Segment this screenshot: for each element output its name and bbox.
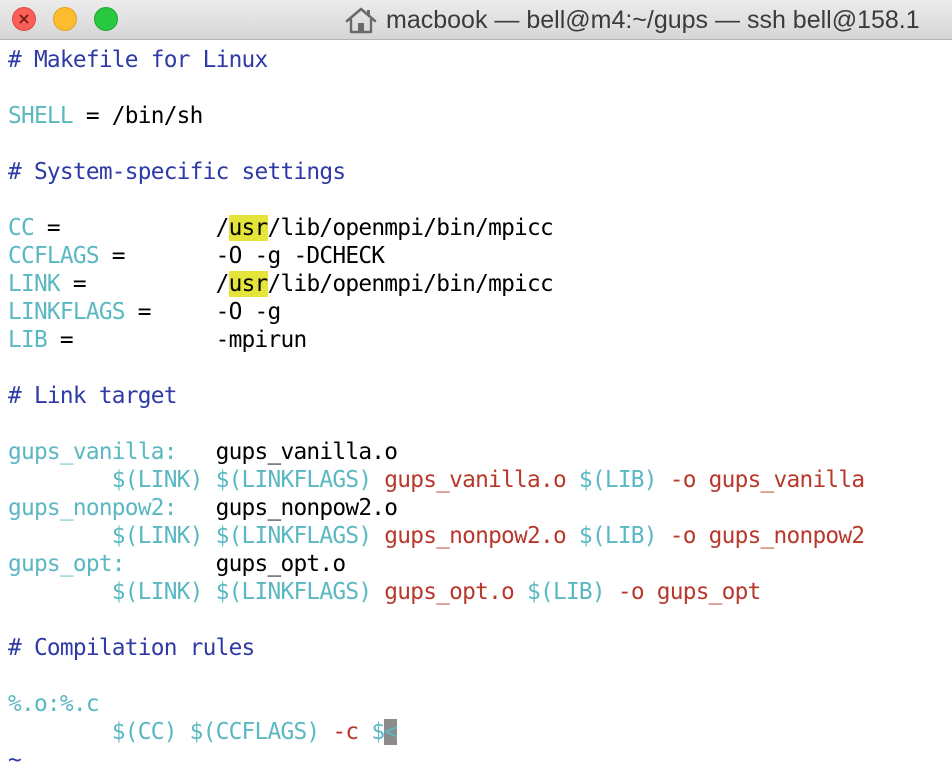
recipe-variables: $(LINK) $(LINKFLAGS): [8, 579, 385, 605]
variable-name: CCFLAGS: [8, 243, 100, 269]
editor-line-6: [0, 186, 952, 214]
recipe-object: gups_nonpow2.o: [384, 523, 579, 549]
search-highlight: usr: [228, 215, 268, 241]
window-title: macbook — bell@m4:~/gups — ssh bell@158.…: [386, 6, 920, 34]
house-icon: [345, 7, 377, 34]
editor-line-25: $(CC) $(CCFLAGS) -c $<: [0, 718, 952, 746]
editor-line-13: # Link target: [8, 383, 177, 409]
recipe-variables: $(LINK) $(LINKFLAGS): [8, 467, 385, 493]
make-dependencies: gups_nonpow2.o: [176, 495, 398, 521]
editor-line-3: SHELL = /bin/sh: [0, 102, 952, 130]
automatic-variable: $: [371, 719, 385, 745]
search-highlight: usr: [228, 271, 268, 297]
variable-value: = /: [33, 215, 229, 241]
recipe-lib: $(LIB): [578, 467, 670, 493]
recipe-object: gups_vanilla.o: [384, 467, 579, 493]
editor-line-8: CCFLAGS = -O -g -DCHECK: [0, 242, 952, 270]
editor-line-12: [0, 354, 952, 382]
variable-value: = -mpirun: [46, 327, 307, 353]
editor-line-18: $(LINK) $(LINKFLAGS) gups_nonpow2.o $(LI…: [0, 522, 952, 550]
close-button[interactable]: ×: [12, 7, 36, 31]
recipe-lib: $(LIB): [527, 579, 618, 605]
make-target: gups_nonpow2:: [8, 495, 177, 521]
variable-name: CC: [8, 215, 35, 241]
variable-name: SHELL: [8, 103, 74, 129]
editor-line-24: %.o:%.c: [0, 690, 952, 718]
editor-line-9: LINK = /usr/lib/openmpi/bin/mpicc: [0, 270, 952, 298]
recipe-object: gups_opt.o: [384, 579, 528, 605]
editor-line-20: $(LINK) $(LINKFLAGS) gups_opt.o $(LIB) -…: [0, 578, 952, 606]
editor-line-21: [0, 606, 952, 634]
terminal-content[interactable]: # Makefile for Linux SHELL = /bin/sh # S…: [0, 46, 952, 762]
editor-line-4: [0, 130, 952, 158]
recipe-flag: -c: [332, 719, 372, 745]
editor-line-1: # Makefile for Linux: [8, 47, 268, 73]
editor-line-15: gups_vanilla: gups_vanilla.o: [0, 438, 952, 466]
variable-value: = /: [59, 271, 229, 297]
variable-value: = -O -g -DCHECK: [98, 243, 385, 269]
text-cursor[interactable]: <: [384, 719, 398, 745]
variable-name: LINKFLAGS: [8, 299, 126, 325]
editor-empty-line-marker: ~: [8, 747, 22, 762]
editor-line-5: # System-specific settings: [8, 159, 346, 185]
pattern-rule: %.o:%.c: [8, 691, 100, 717]
recipe-lib: $(LIB): [578, 523, 670, 549]
editor-line-7: CC = /usr/lib/openmpi/bin/mpicc: [0, 214, 952, 242]
maximize-button[interactable]: [94, 7, 118, 31]
minimize-button[interactable]: [53, 7, 77, 31]
recipe-output: -o gups_vanilla: [669, 467, 865, 493]
recipe-variables: $(CC) $(CCFLAGS): [8, 719, 333, 745]
variable-name: LIB: [8, 327, 48, 353]
make-dependencies: gups_vanilla.o: [176, 439, 398, 465]
recipe-output: -o gups_nonpow2: [669, 523, 865, 549]
recipe-output: -o gups_opt: [617, 579, 761, 605]
editor-line-17: gups_nonpow2: gups_nonpow2.o: [0, 494, 952, 522]
editor-line-23: [0, 662, 952, 690]
editor-line-14: [0, 410, 952, 438]
editor-line-2: [0, 74, 952, 102]
title-bar[interactable]: × macbook — bell@m4:~/gups — ssh bell@15…: [0, 0, 952, 40]
make-target: gups_vanilla:: [8, 439, 177, 465]
variable-value-tail: /lib/openmpi/bin/mpicc: [267, 271, 554, 297]
editor-line-16: $(LINK) $(LINKFLAGS) gups_vanilla.o $(LI…: [0, 466, 952, 494]
editor-line-10: LINKFLAGS = -O -g: [0, 298, 952, 326]
close-icon: ×: [17, 9, 31, 28]
recipe-variables: $(LINK) $(LINKFLAGS): [8, 523, 385, 549]
editor-line-11: LIB = -mpirun: [0, 326, 952, 354]
variable-value: = -O -g: [124, 299, 281, 325]
editor-line-22: # Compilation rules: [8, 635, 255, 661]
variable-name: LINK: [8, 271, 61, 297]
variable-value-tail: /lib/openmpi/bin/mpicc: [267, 215, 554, 241]
terminal-window: × macbook — bell@m4:~/gups — ssh bell@15…: [0, 0, 952, 762]
editor-line-19: gups_opt: gups_opt.o: [0, 550, 952, 578]
make-target: gups_opt:: [8, 551, 126, 577]
make-dependencies: gups_opt.o: [124, 551, 347, 577]
variable-value: = /bin/sh: [72, 103, 204, 129]
